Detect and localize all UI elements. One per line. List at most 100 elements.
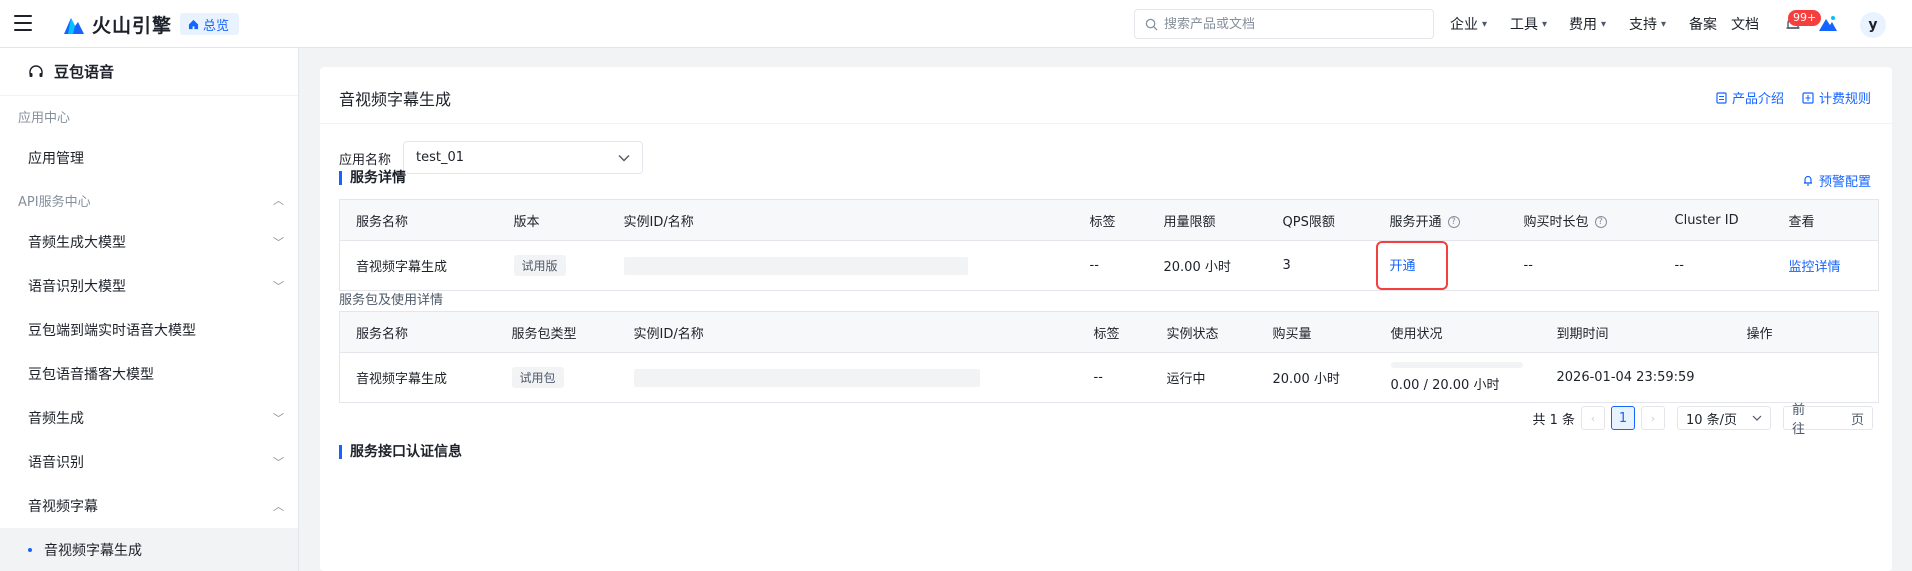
chevron-up-icon: ︿: [273, 194, 284, 207]
enable-cell: 开通: [1373, 240, 1508, 291]
chevron-up-icon: ︿: [273, 500, 284, 513]
nav-enterprise[interactable]: 企业 ▾: [1450, 0, 1487, 48]
sidebar-product-name: 豆包语音: [54, 63, 115, 81]
goto-page-input[interactable]: [1810, 410, 1851, 426]
tag-cell: --: [1077, 352, 1151, 403]
chevron-down-icon: ﹀: [273, 236, 284, 249]
instance-cell: [617, 352, 1078, 403]
column-header: 版本: [497, 199, 608, 241]
chevron-down-icon: [1752, 415, 1762, 421]
chevron-down-icon: ▾: [1482, 18, 1488, 30]
sidebar-group-label: 应用中心: [18, 110, 71, 126]
product-intro-label: 产品介绍: [1731, 92, 1784, 107]
chevron-down-icon: ﹀: [273, 412, 284, 425]
table-row: 音视频字幕生成 试用包 -- 运行中 20.00 小时 0.00 / 20.00…: [339, 352, 1879, 403]
billing-rules-link[interactable]: 计费规则: [1802, 88, 1871, 107]
sidebar-group-api[interactable]: API服务中心 ︿: [0, 180, 298, 220]
column-header-duration: 购买时长包?: [1507, 199, 1659, 241]
brand-logo[interactable]: 火山引擎: [62, 11, 172, 38]
sidebar-item-asr[interactable]: 语音识别 ﹀: [0, 440, 298, 484]
page-size-value: 10 条/页: [1686, 412, 1738, 428]
question-icon[interactable]: ?: [1594, 216, 1607, 228]
sidebar-product-header: 豆包语音: [0, 48, 298, 96]
enable-service-link[interactable]: 开通: [1375, 241, 1448, 290]
sidebar-item-podcast-model[interactable]: 豆包语音播客大模型: [0, 352, 298, 396]
column-header: Cluster ID: [1658, 199, 1773, 241]
sidebar-item-audio-gen[interactable]: 音频生成 ﹀: [0, 396, 298, 440]
page-1-button[interactable]: 1: [1611, 406, 1635, 430]
nav-billing-label: 费用: [1569, 17, 1597, 33]
column-header-label: 购买时长包: [1523, 214, 1589, 230]
sidebar-item-app-manage[interactable]: 应用管理: [0, 136, 298, 180]
question-icon[interactable]: ?: [1447, 216, 1460, 228]
column-header: 使用状况: [1374, 311, 1541, 353]
nav-filing[interactable]: 备案: [1689, 0, 1717, 48]
menu-icon[interactable]: [14, 15, 32, 31]
column-header: 操作: [1730, 311, 1879, 353]
next-page-button[interactable]: ›: [1641, 406, 1665, 430]
column-header: 实例ID/名称: [617, 311, 1078, 353]
app-name-select[interactable]: test_01: [403, 141, 643, 174]
document-icon: [1716, 91, 1727, 104]
nav-docs-label: 文档: [1731, 17, 1759, 33]
sidebar-group-app-center: 应用中心: [0, 96, 298, 136]
search-input[interactable]: [1164, 16, 1414, 32]
mountain-icon[interactable]: [1818, 14, 1838, 34]
prev-page-button[interactable]: ‹: [1581, 406, 1605, 430]
sidebar-item-realtime-voice-model[interactable]: 豆包端到端实时语音大模型: [0, 308, 298, 352]
column-header: 购买量: [1256, 311, 1375, 353]
nav-tools[interactable]: 工具 ▾: [1510, 0, 1547, 48]
service-table: 服务名称 版本 实例ID/名称 标签 用量限额 QPS限额 服务开通? 购买时长…: [339, 199, 1879, 291]
sidebar-item-label: 豆包端到端实时语音大模型: [28, 323, 196, 339]
package-type-tag: 试用包: [511, 367, 564, 388]
column-header: 服务名称: [339, 311, 496, 353]
monitor-detail-link[interactable]: 监控详情: [1789, 260, 1841, 275]
status-cell: 运行中: [1150, 352, 1257, 403]
column-header: 用量限额: [1147, 199, 1267, 241]
sidebar-item-asr-model[interactable]: 语音识别大模型 ﹀: [0, 264, 298, 308]
avatar[interactable]: y: [1860, 12, 1886, 38]
table-header-row: 服务名称 服务包类型 实例ID/名称 标签 实例状态 购买量 使用状况 到期时间…: [339, 311, 1879, 353]
chevron-down-icon: ▾: [1661, 18, 1667, 30]
chevron-down-icon: ﹀: [273, 280, 284, 293]
service-name-cell: 音视频字幕生成: [339, 240, 498, 291]
product-intro-link[interactable]: 产品介绍: [1716, 88, 1784, 107]
page-size-select[interactable]: 10 条/页: [1677, 406, 1771, 430]
sidebar-item-subtitle-gen[interactable]: 音视频字幕生成: [0, 528, 298, 571]
usage-progress-bar: [1390, 362, 1523, 368]
column-header: 服务包类型: [495, 311, 618, 353]
page-title: 音视频字幕生成: [339, 90, 452, 109]
view-cell: 监控详情: [1772, 240, 1879, 291]
chevron-down-icon: ▾: [1601, 18, 1607, 30]
package-table: 服务名称 服务包类型 实例ID/名称 标签 实例状态 购买量 使用状况 到期时间…: [339, 311, 1879, 403]
active-dot-icon: [28, 548, 32, 552]
instance-cell: [607, 240, 1074, 291]
nav-docs[interactable]: 文档: [1731, 0, 1759, 48]
sidebar-item-label: 音视频字幕: [28, 499, 98, 515]
table-header-row: 服务名称 版本 实例ID/名称 标签 用量限额 QPS限额 服务开通? 购买时长…: [339, 199, 1879, 241]
header-divider: [320, 123, 1892, 124]
nav-support[interactable]: 支持 ▾: [1629, 0, 1666, 48]
overview-label: 总览: [203, 18, 230, 34]
brand-name: 火山引擎: [92, 15, 173, 37]
alert-config-link[interactable]: 预警配置: [1802, 171, 1871, 190]
chevron-down-icon: ﹀: [273, 456, 284, 469]
search-box[interactable]: [1134, 9, 1434, 39]
package-type-cell: 试用包: [495, 352, 618, 403]
column-header-service-enable: 服务开通?: [1373, 199, 1508, 241]
sidebar-item-audio-gen-model[interactable]: 音频生成大模型 ﹀: [0, 220, 298, 264]
action-cell: [1730, 352, 1879, 403]
sidebar-item-subtitle[interactable]: 音视频字幕 ︿: [0, 484, 298, 528]
sidebar-item-label: 豆包语音播客大模型: [28, 367, 154, 383]
volcano-logo-icon: [64, 17, 84, 34]
chevron-down-icon: ▾: [1542, 18, 1548, 30]
nav-billing[interactable]: 费用 ▾: [1569, 0, 1606, 48]
column-header: QPS限额: [1266, 199, 1374, 241]
overview-button[interactable]: 总览: [180, 13, 240, 35]
column-header: 标签: [1073, 199, 1148, 241]
bell-icon: [1803, 175, 1812, 186]
page-unit-label: 页: [1850, 412, 1864, 428]
version-tag: 试用版: [513, 255, 566, 276]
notification-badge: 99+: [1788, 10, 1822, 26]
goto-label: 前往: [1792, 403, 1806, 437]
